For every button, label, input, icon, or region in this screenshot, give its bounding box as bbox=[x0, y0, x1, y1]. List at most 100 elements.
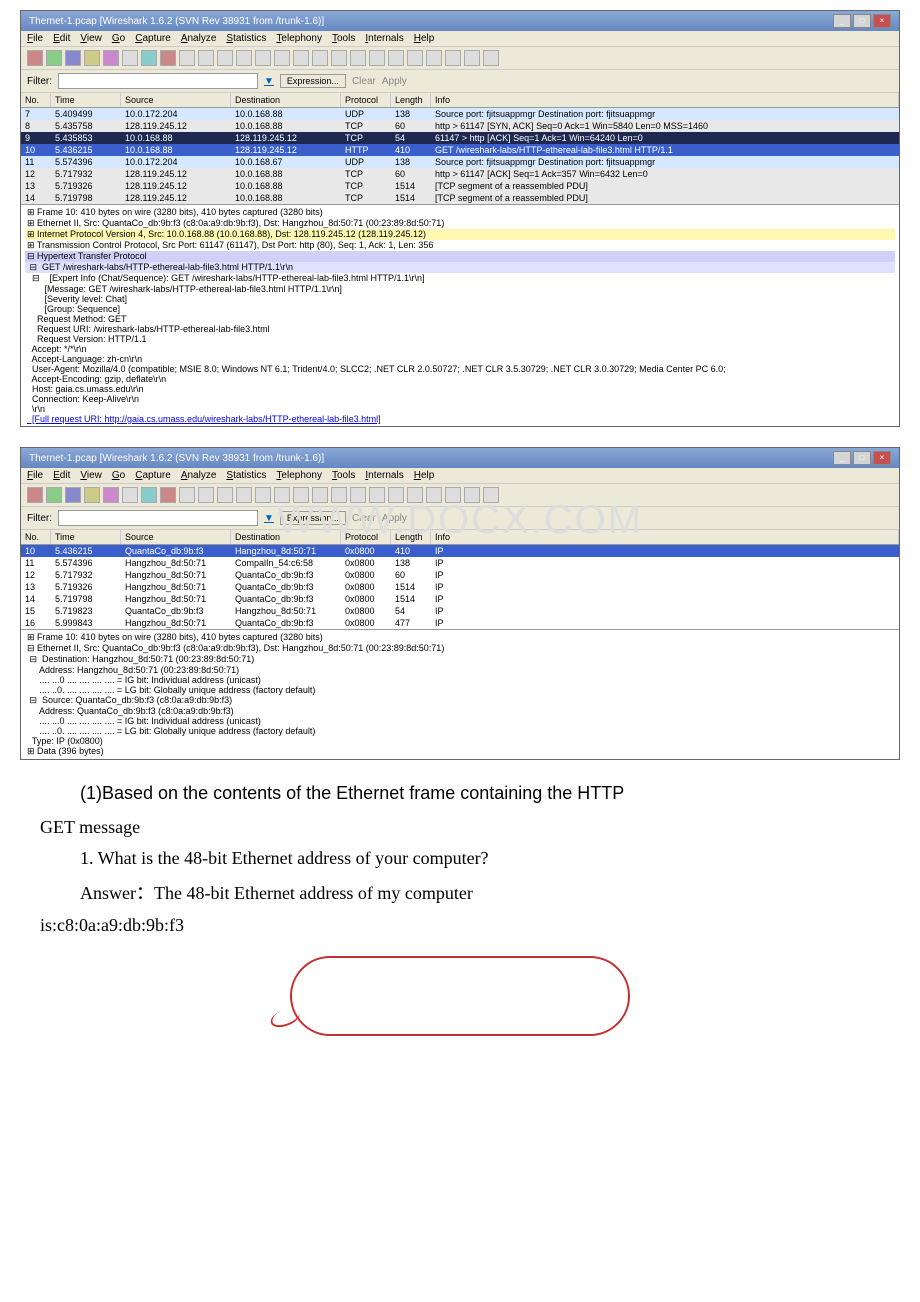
toolbar-icon[interactable] bbox=[350, 487, 366, 503]
toolbar-icon[interactable] bbox=[255, 50, 271, 66]
menu-item[interactable]: File bbox=[27, 470, 43, 481]
menu-item[interactable]: Help bbox=[414, 470, 435, 481]
packet-row[interactable]: 115.57439610.0.172.20410.0.168.67UDP138S… bbox=[21, 156, 899, 168]
menu-item[interactable]: Go bbox=[112, 470, 125, 481]
packet-row[interactable]: 95.43585310.0.168.88128.119.245.12TCP546… bbox=[21, 132, 899, 144]
toolbar-icon[interactable] bbox=[483, 487, 499, 503]
menu-item[interactable]: Capture bbox=[135, 33, 171, 44]
toolbar-icon[interactable] bbox=[274, 50, 290, 66]
detail-line[interactable]: Request Method: GET bbox=[25, 314, 895, 324]
clear-button[interactable]: Clear bbox=[352, 513, 376, 524]
detail-line[interactable]: Type: IP (0x0800) bbox=[25, 736, 895, 746]
menu-item[interactable]: Statistics bbox=[226, 33, 266, 44]
menu-item[interactable]: Tools bbox=[332, 470, 355, 481]
toolbar-icon[interactable] bbox=[483, 50, 499, 66]
packet-row[interactable]: 135.719326Hangzhou_8d:50:71QuantaCo_db:9… bbox=[21, 581, 899, 593]
packet-row[interactable]: 105.43621510.0.168.88128.119.245.12HTTP4… bbox=[21, 144, 899, 156]
detail-line[interactable]: ⊟ [Expert Info (Chat/Sequence): GET /wir… bbox=[25, 273, 895, 284]
menu-item[interactable]: File bbox=[27, 33, 43, 44]
packet-row[interactable]: 75.40949910.0.172.20410.0.168.88UDP138So… bbox=[21, 108, 899, 120]
toolbar-icon[interactable] bbox=[293, 487, 309, 503]
toolbar-icon[interactable] bbox=[103, 50, 119, 66]
menu-item[interactable]: Analyze bbox=[181, 33, 217, 44]
menu-item[interactable]: Help bbox=[414, 33, 435, 44]
toolbar-icon[interactable] bbox=[160, 50, 176, 66]
menu-item[interactable]: Analyze bbox=[181, 470, 217, 481]
detail-line[interactable]: [Message: GET /wireshark-labs/HTTP-ether… bbox=[25, 284, 895, 294]
detail-line[interactable]: ⊞ Internet Protocol Version 4, Src: 10.0… bbox=[25, 229, 895, 240]
detail-line[interactable]: ⊟ Source: QuantaCo_db:9b:f3 (c8:0a:a9:db… bbox=[25, 695, 895, 706]
expression-button[interactable]: Expression... bbox=[280, 74, 346, 88]
toolbar-icon[interactable] bbox=[236, 50, 252, 66]
menu-item[interactable]: Telephony bbox=[276, 33, 322, 44]
packet-list[interactable]: No. Time Source Destination Protocol Len… bbox=[21, 93, 899, 204]
packet-row[interactable]: 145.719798Hangzhou_8d:50:71QuantaCo_db:9… bbox=[21, 593, 899, 605]
toolbar-icon[interactable] bbox=[65, 50, 81, 66]
packet-details[interactable]: ⊞ Frame 10: 410 bytes on wire (3280 bits… bbox=[21, 204, 899, 426]
packet-list[interactable]: No. Time Source Destination Protocol Len… bbox=[21, 530, 899, 629]
menu-item[interactable]: Telephony bbox=[276, 470, 322, 481]
filter-input[interactable] bbox=[58, 73, 258, 89]
toolbar-icon[interactable] bbox=[369, 50, 385, 66]
menu-item[interactable]: Internals bbox=[365, 470, 403, 481]
filter-input[interactable] bbox=[58, 510, 258, 526]
menu-item[interactable]: View bbox=[80, 470, 102, 481]
toolbar-icon[interactable] bbox=[407, 50, 423, 66]
packet-row[interactable]: 105.436215QuantaCo_db:9b:f3Hangzhou_8d:5… bbox=[21, 545, 899, 557]
detail-line[interactable]: Address: Hangzhou_8d:50:71 (00:23:89:8d:… bbox=[25, 665, 895, 675]
detail-line[interactable]: [Group: Sequence] bbox=[25, 304, 895, 314]
packet-row[interactable]: 165.999843Hangzhou_8d:50:71QuantaCo_db:9… bbox=[21, 617, 899, 629]
detail-line[interactable]: ⊞ Frame 10: 410 bytes on wire (3280 bits… bbox=[25, 207, 895, 218]
toolbar-icon[interactable] bbox=[198, 487, 214, 503]
title-bar[interactable]: Thernet-1.pcap [Wireshark 1.6.2 (SVN Rev… bbox=[21, 448, 899, 468]
toolbar-icon[interactable] bbox=[388, 50, 404, 66]
apply-button[interactable]: Apply bbox=[382, 76, 407, 87]
detail-line[interactable]: ⊟ Destination: Hangzhou_8d:50:71 (00:23:… bbox=[25, 654, 895, 665]
menu-item[interactable]: Edit bbox=[53, 470, 70, 481]
packet-row[interactable]: 85.435758128.119.245.1210.0.168.88TCP60h… bbox=[21, 120, 899, 132]
toolbar-icon[interactable] bbox=[350, 50, 366, 66]
toolbar-icon[interactable] bbox=[445, 487, 461, 503]
detail-line[interactable]: Request URI: /wireshark-labs/HTTP-ethere… bbox=[25, 324, 895, 334]
packet-details[interactable]: ⊞ Frame 10: 410 bytes on wire (3280 bits… bbox=[21, 629, 899, 759]
toolbar-icon[interactable] bbox=[274, 487, 290, 503]
menu-item[interactable]: Edit bbox=[53, 33, 70, 44]
toolbar-icon[interactable] bbox=[464, 50, 480, 66]
maximize-button[interactable]: □ bbox=[853, 451, 871, 465]
detail-line[interactable]: Address: QuantaCo_db:9b:f3 (c8:0a:a9:db:… bbox=[25, 706, 895, 716]
toolbar-icon[interactable] bbox=[369, 487, 385, 503]
toolbar-icon[interactable] bbox=[312, 50, 328, 66]
toolbar-icon[interactable] bbox=[312, 487, 328, 503]
toolbar-icon[interactable] bbox=[160, 487, 176, 503]
minimize-button[interactable]: _ bbox=[833, 451, 851, 465]
detail-line[interactable]: .... ...0 .... .... .... .... = IG bit: … bbox=[25, 716, 895, 726]
packet-row[interactable]: 125.717932128.119.245.1210.0.168.88TCP60… bbox=[21, 168, 899, 180]
menu-item[interactable]: Capture bbox=[135, 470, 171, 481]
packet-row[interactable]: 145.719798128.119.245.1210.0.168.88TCP15… bbox=[21, 192, 899, 204]
menu-item[interactable]: Internals bbox=[365, 33, 403, 44]
toolbar-icon[interactable] bbox=[27, 487, 43, 503]
toolbar-icon[interactable] bbox=[426, 50, 442, 66]
toolbar-icon[interactable] bbox=[236, 487, 252, 503]
toolbar-icon[interactable] bbox=[122, 50, 138, 66]
detail-line[interactable]: Accept-Language: zh-cn\r\n bbox=[25, 354, 895, 364]
toolbar-icon[interactable] bbox=[103, 487, 119, 503]
detail-line[interactable]: ⊟ Hypertext Transfer Protocol bbox=[25, 251, 895, 262]
menu-item[interactable]: Go bbox=[112, 33, 125, 44]
toolbar-icon[interactable] bbox=[426, 487, 442, 503]
packet-row[interactable]: 155.719823QuantaCo_db:9b:f3Hangzhou_8d:5… bbox=[21, 605, 899, 617]
packet-row[interactable]: 125.717932Hangzhou_8d:50:71QuantaCo_db:9… bbox=[21, 569, 899, 581]
toolbar-icon[interactable] bbox=[46, 50, 62, 66]
packet-row[interactable]: 115.574396Hangzhou_8d:50:71CompalIn_54:c… bbox=[21, 557, 899, 569]
detail-line[interactable]: Accept-Encoding: gzip, deflate\r\n bbox=[25, 374, 895, 384]
detail-line[interactable]: ⊞ Ethernet II, Src: QuantaCo_db:9b:f3 (c… bbox=[25, 218, 895, 229]
toolbar-icon[interactable] bbox=[65, 487, 81, 503]
toolbar-icon[interactable] bbox=[141, 50, 157, 66]
toolbar-icon[interactable] bbox=[331, 487, 347, 503]
apply-button[interactable]: Apply bbox=[382, 513, 407, 524]
toolbar-icon[interactable] bbox=[217, 487, 233, 503]
detail-line[interactable]: .... ..0. .... .... .... .... = LG bit: … bbox=[25, 726, 895, 736]
detail-line[interactable]: User-Agent: Mozilla/4.0 (compatible; MSI… bbox=[25, 364, 895, 374]
toolbar-icon[interactable] bbox=[331, 50, 347, 66]
expression-button[interactable]: Expression... bbox=[280, 511, 346, 525]
